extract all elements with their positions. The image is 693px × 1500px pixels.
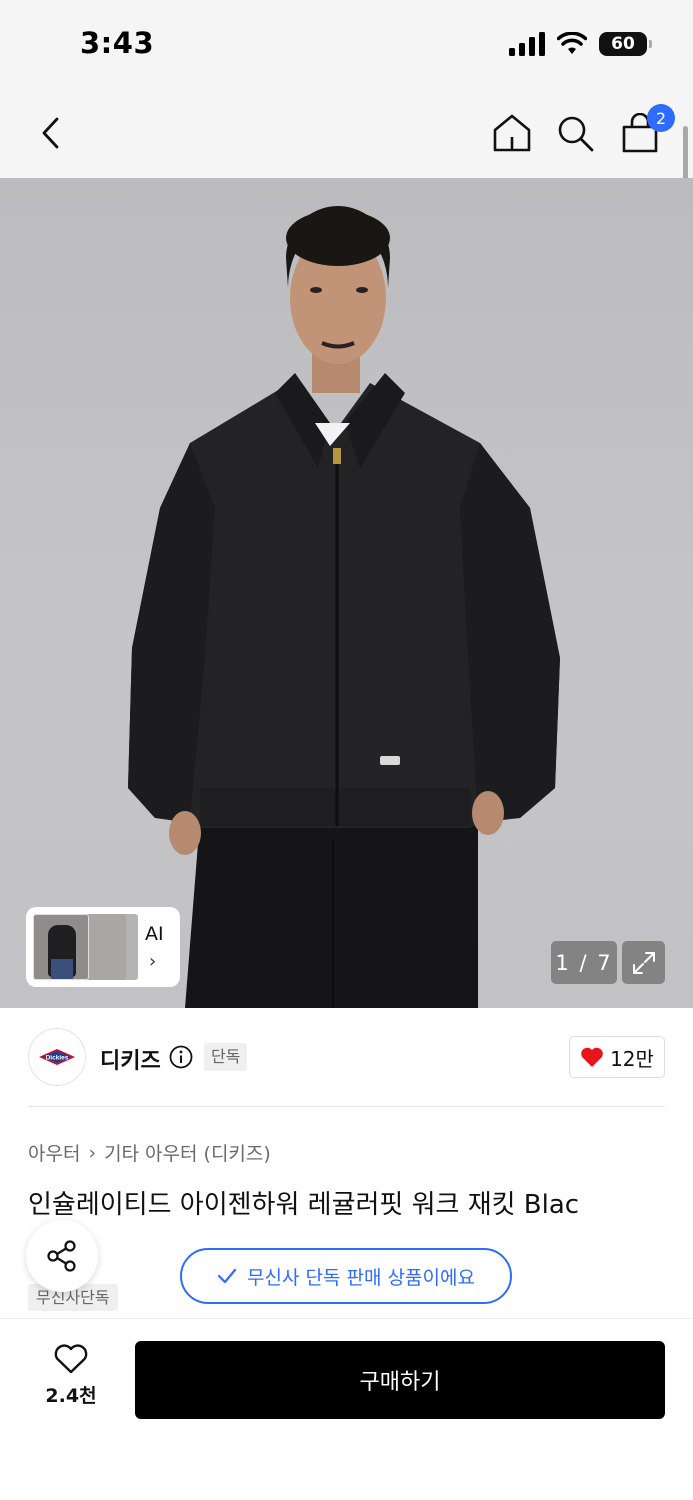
- share-icon: [47, 1240, 76, 1272]
- thumbnail-image: [33, 914, 89, 980]
- logo-text: Dickies: [46, 1055, 69, 1062]
- product-title: 인슐레이티드 아이젠하워 레귤러핏 워크 재킷 Blac: [28, 1190, 580, 1220]
- info-icon[interactable]: [169, 1045, 193, 1069]
- battery-icon: 60: [599, 32, 652, 56]
- fullscreen-button[interactable]: [622, 941, 665, 984]
- breadcrumb-subcategory[interactable]: 기타 아우터 (디키즈): [104, 1139, 271, 1166]
- brand-like-count: 12만: [610, 1046, 654, 1071]
- bottom-action-bar: 2.4천 구매하기: [0, 1318, 693, 1500]
- wifi-icon: [557, 32, 587, 54]
- wishlist-button[interactable]: 2.4천: [36, 1343, 106, 1413]
- nav-bar: 2: [0, 90, 693, 178]
- heart-outline-icon: [54, 1344, 88, 1374]
- back-button[interactable]: [28, 110, 74, 156]
- divider: [28, 1106, 665, 1107]
- status-icons: 60: [509, 32, 652, 56]
- home-button[interactable]: [489, 110, 535, 156]
- thumbnail-jeans-shape: [51, 959, 73, 979]
- battery-level: 60: [611, 34, 635, 54]
- chevron-right-icon: ›: [149, 951, 157, 972]
- heart-filled-icon: [581, 1047, 603, 1067]
- search-icon: [558, 116, 594, 152]
- brand-like-button[interactable]: 12만: [569, 1036, 665, 1078]
- search-button[interactable]: [552, 110, 598, 156]
- status-time: 3:43: [80, 26, 155, 60]
- product-photo: [128, 206, 560, 1008]
- exclusive-sale-text: 무신사 단독 판매 상품이에요: [247, 1266, 475, 1289]
- breadcrumb-category[interactable]: 아우터: [28, 1139, 80, 1166]
- exclusive-tag: 단독: [204, 1043, 248, 1071]
- expand-icon: [632, 951, 655, 974]
- signal-icon: [509, 32, 545, 56]
- product-image-gallery[interactable]: AI › 1 / 7: [0, 178, 693, 1008]
- image-page-counter: 1 / 7: [551, 941, 617, 984]
- breadcrumb: 아우터 › 기타 아우터 (디키즈): [28, 1139, 271, 1166]
- chevron-right-icon: ›: [88, 1141, 97, 1164]
- wishlist-count: 2.4천: [45, 1385, 97, 1407]
- cart-count-badge: 2: [647, 104, 675, 132]
- brand-row: Dickies 디키즈 단독 12만: [28, 1028, 665, 1088]
- cart-button[interactable]: 2: [617, 104, 675, 156]
- status-bar: 3:43 60: [0, 0, 693, 90]
- checkmark-icon: [217, 1268, 237, 1284]
- dickies-logo-icon: Dickies: [39, 1049, 75, 1065]
- buy-button[interactable]: 구매하기: [135, 1341, 665, 1419]
- ai-thumbnail-card[interactable]: AI ›: [28, 909, 178, 985]
- share-button[interactable]: [26, 1220, 98, 1292]
- home-icon: [493, 114, 531, 152]
- brand-name[interactable]: 디키즈: [100, 1043, 161, 1075]
- exclusive-sale-banner: 무신사 단독 판매 상품이에요: [180, 1248, 512, 1304]
- brand-logo[interactable]: Dickies: [28, 1028, 86, 1086]
- ai-label: AI: [145, 923, 164, 945]
- chevron-left-icon: [42, 117, 59, 149]
